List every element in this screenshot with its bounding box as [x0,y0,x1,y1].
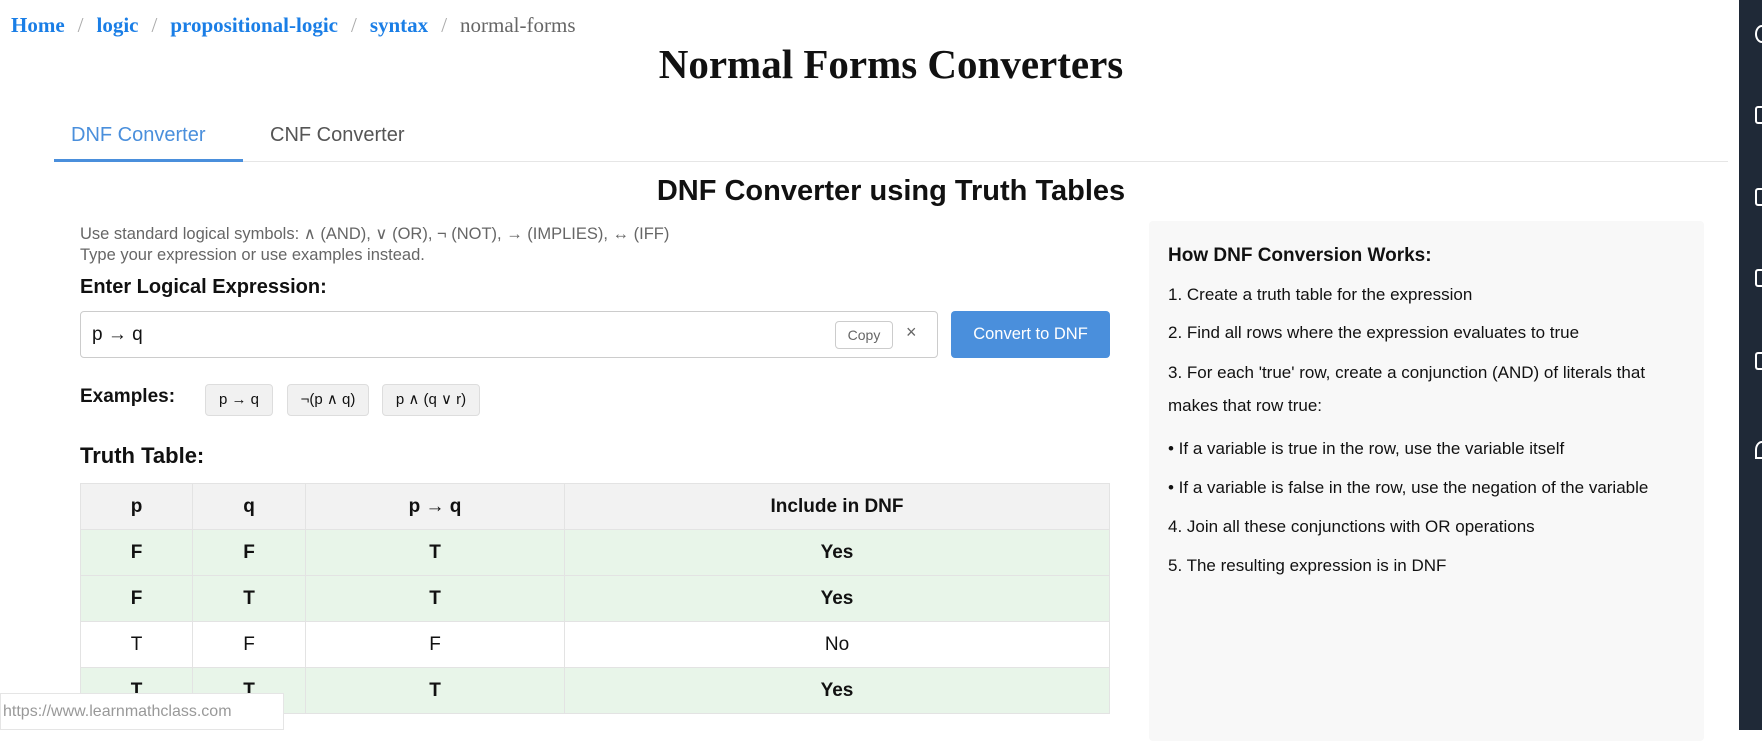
table-header-row: p q p → q Include in DNF [80,483,1110,530]
page-title: Normal Forms Converters [658,41,1124,87]
expression-input[interactable]: p → q Copy × [80,311,938,358]
table-cell: F [80,575,193,622]
table-cell: No [564,621,1110,668]
truth-table-label: Truth Table: [80,443,205,468]
convert-to-dnf-button[interactable]: Convert to DNF [951,311,1110,358]
header-cell: p → q [305,483,565,530]
breadcrumb-current: normal-forms [460,13,576,37]
examples-label: Examples: [80,386,176,407]
example-chip[interactable]: ¬(p ∧ q) [287,384,369,416]
panel-title: How DNF Conversion Works: [1168,245,1432,266]
table-cell: F [192,529,306,576]
table-cell: T [192,575,306,622]
table-cell: Yes [564,529,1110,576]
table-cell: T [305,667,565,714]
example-chip[interactable]: p → q [205,384,273,416]
active-tab-indicator [54,159,243,162]
document-icon[interactable] [1755,106,1762,124]
table-row: F T T Yes [80,575,1110,622]
table-cell: Yes [564,667,1110,714]
table-icon[interactable] [1755,188,1762,206]
share-icon[interactable] [1755,352,1762,370]
how-it-works-panel: How DNF Conversion Works: 1. Create a tr… [1149,221,1704,741]
status-url-tooltip: https://www.learnmathclass.com [0,693,284,730]
step-text: 3. For each 'true' row, create a conjunc… [1168,363,1646,415]
help-line: Use standard logical symbols: ∧ (AND), ∨… [80,225,670,243]
calculator-icon[interactable] [1755,269,1762,287]
table-cell: T [305,529,565,576]
separator: / [77,13,84,37]
tab-dnf-converter[interactable]: DNF Converter [71,124,205,147]
input-label: Enter Logical Expression: [80,276,327,298]
step-text: 2. Find all rows where the expression ev… [1168,323,1580,342]
copy-button[interactable]: Copy [835,321,893,349]
right-sidebar [1739,0,1762,730]
example-chip[interactable]: p ∧ (q ∨ r) [382,384,480,416]
header-cell: Include in DNF [564,483,1110,530]
table-row: F F T Yes [80,529,1110,576]
tab-cnf-converter[interactable]: CNF Converter [270,124,404,147]
table-cell: Yes [564,575,1110,622]
help-line: Type your expression or use examples ins… [80,246,425,264]
breadcrumb: Home / logic / propositional-logic / syntax / no… [11,13,576,38]
step-text: 4. Join all these conjunctions with OR o… [1168,517,1535,536]
breadcrumb-syntax[interactable]: syntax [370,13,428,37]
pen-icon[interactable] [1755,441,1762,459]
separator: / [350,13,357,37]
step-text: 5. The resulting expression is in DNF [1168,556,1447,575]
converter-heading: DNF Converter using Truth Tables [656,175,1126,207]
step-text: • If a variable is true in the row, use … [1168,439,1565,458]
help-text: Use standard logical symbols: ∧ (AND), ∨… [80,224,669,266]
eye-icon[interactable] [1755,25,1762,43]
clear-icon[interactable]: × [906,322,917,343]
header-cell: q [192,483,306,530]
breadcrumb-propositional-logic[interactable]: propositional-logic [170,13,338,37]
table-cell: F [305,621,565,668]
step-text: 1. Create a truth table for the expressi… [1168,285,1473,304]
separator: / [151,13,158,37]
breadcrumb-home[interactable]: Home [11,13,65,37]
table-cell: F [80,529,193,576]
step-text: • If a variable is false in the row, use… [1168,478,1649,497]
breadcrumb-logic[interactable]: logic [97,13,139,37]
table-cell: T [305,575,565,622]
header-cell: p [80,483,193,530]
tab-bar: DNF Converter CNF Converter [54,118,1728,162]
table-cell: T [80,621,193,668]
truth-table: p q p → q Include in DNF F F T Yes F T T Yes T F F… [80,483,1110,714]
separator: / [441,13,448,37]
table-row: T F F No [80,621,1110,668]
expression-value[interactable]: p → q [92,324,143,346]
table-cell: F [192,621,306,668]
